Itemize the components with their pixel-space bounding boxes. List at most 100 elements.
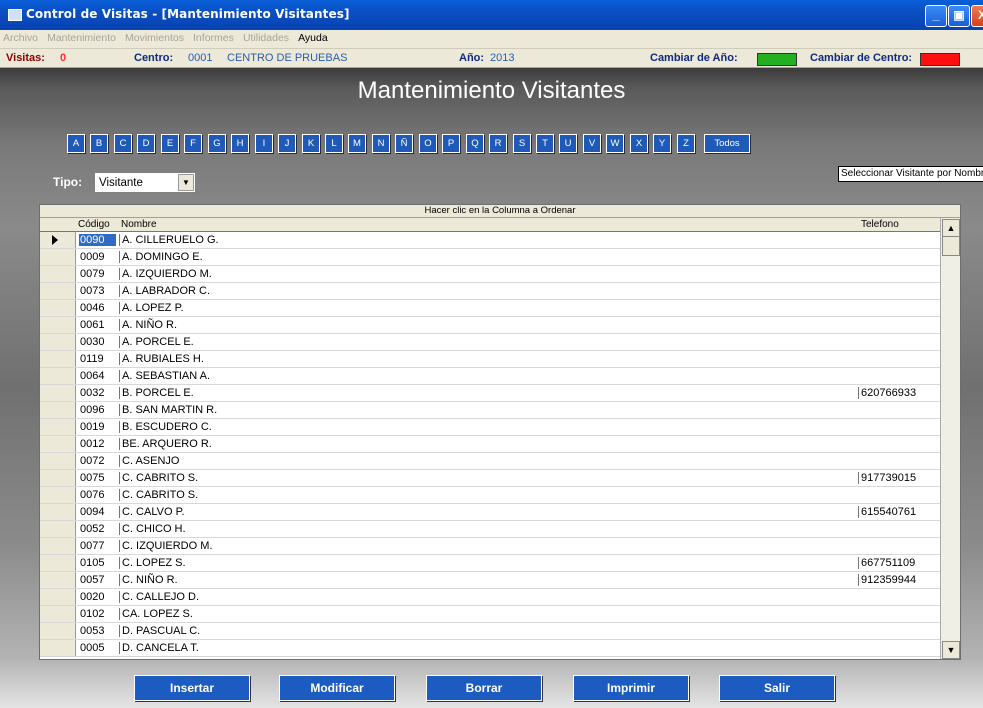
row-selector[interactable] bbox=[40, 419, 76, 435]
letter-button-m[interactable]: M bbox=[348, 134, 366, 153]
table-row[interactable]: 0012 BE. ARQUERO R. bbox=[40, 436, 940, 453]
letter-button-d[interactable]: D bbox=[137, 134, 155, 153]
cell-codigo[interactable]: 0053 bbox=[80, 625, 116, 637]
row-selector[interactable] bbox=[40, 300, 76, 316]
letter-button-c[interactable]: C bbox=[114, 134, 132, 153]
cell-nombre[interactable]: C. CALLEJO D. bbox=[119, 591, 857, 603]
todos-button[interactable]: Todos bbox=[704, 134, 750, 153]
row-selector[interactable] bbox=[40, 385, 76, 401]
tipo-select[interactable]: Visitante ▼ bbox=[94, 172, 196, 193]
letter-button-g[interactable]: G bbox=[208, 134, 226, 153]
table-row[interactable]: 0009 A. DOMINGO E. bbox=[40, 249, 940, 266]
table-row[interactable]: 0079 A. IZQUIERDO M. bbox=[40, 266, 940, 283]
cell-codigo[interactable]: 0102 bbox=[80, 608, 116, 620]
scroll-thumb[interactable] bbox=[942, 236, 960, 256]
table-row[interactable]: 0073 A. LABRADOR C. bbox=[40, 283, 940, 300]
cell-codigo[interactable]: 0052 bbox=[80, 523, 116, 535]
cell-nombre[interactable]: A. LOPEZ P. bbox=[119, 302, 857, 314]
table-row[interactable]: 0102 CA. LOPEZ S. bbox=[40, 606, 940, 623]
cell-codigo[interactable]: 0079 bbox=[80, 268, 116, 280]
cell-nombre[interactable]: A. DOMINGO E. bbox=[119, 251, 857, 263]
letter-button-s[interactable]: S bbox=[513, 134, 531, 153]
row-selector[interactable] bbox=[40, 606, 76, 622]
menu-ayuda[interactable]: Ayuda bbox=[295, 30, 331, 44]
cell-codigo[interactable]: 0090 bbox=[79, 234, 116, 246]
letter-button-h[interactable]: H bbox=[231, 134, 249, 153]
row-selector[interactable] bbox=[40, 623, 76, 639]
letter-button-n[interactable]: N bbox=[372, 134, 390, 153]
cell-nombre[interactable]: CA. LOPEZ S. bbox=[119, 608, 857, 620]
cell-codigo[interactable]: 0020 bbox=[80, 591, 116, 603]
letter-button-f[interactable]: F bbox=[184, 134, 202, 153]
cell-codigo[interactable]: 0075 bbox=[80, 472, 116, 484]
cell-codigo[interactable]: 0096 bbox=[80, 404, 116, 416]
letter-button-v[interactable]: V bbox=[583, 134, 601, 153]
menu-utilidades[interactable]: Utilidades bbox=[240, 30, 292, 44]
grid-scrollbar[interactable]: ▲ ▼ bbox=[940, 218, 960, 659]
letter-button-i[interactable]: I bbox=[255, 134, 273, 153]
cell-nombre[interactable]: A. CILLERUELO G. bbox=[119, 234, 857, 246]
cell-codigo[interactable]: 0119 bbox=[80, 353, 116, 365]
cell-telefono[interactable]: 917739015 bbox=[858, 472, 941, 484]
cell-codigo[interactable]: 0005 bbox=[80, 642, 116, 654]
letter-button-p[interactable]: P bbox=[442, 134, 460, 153]
row-selector[interactable] bbox=[40, 317, 76, 333]
table-row[interactable]: 0119 A. RUBIALES H. bbox=[40, 351, 940, 368]
row-selector[interactable] bbox=[40, 436, 76, 452]
row-selector[interactable] bbox=[40, 555, 76, 571]
cell-telefono[interactable]: 615540761 bbox=[858, 506, 941, 518]
column-nombre[interactable]: Nombre bbox=[121, 219, 157, 230]
letter-button-b[interactable]: B bbox=[90, 134, 108, 153]
table-row[interactable]: 0105 C. LOPEZ S. 667751109 bbox=[40, 555, 940, 572]
borrar-button[interactable]: Borrar bbox=[426, 675, 542, 701]
letter-button-j[interactable]: J bbox=[278, 134, 296, 153]
row-selector[interactable] bbox=[40, 470, 76, 486]
insertar-button[interactable]: Insertar bbox=[134, 675, 250, 701]
menu-informes[interactable]: Informes bbox=[190, 30, 237, 44]
table-row[interactable]: 0077 C. IZQUIERDO M. bbox=[40, 538, 940, 555]
table-row[interactable]: 0030 A. PORCEL E. bbox=[40, 334, 940, 351]
cell-nombre[interactable]: D. PASCUAL C. bbox=[119, 625, 857, 637]
column-telefono[interactable]: Telefono bbox=[861, 219, 899, 230]
letter-button-l[interactable]: L bbox=[325, 134, 343, 153]
cell-nombre[interactable]: A. PORCEL E. bbox=[119, 336, 857, 348]
letter-button-y[interactable]: Y bbox=[653, 134, 671, 153]
cell-codigo[interactable]: 0094 bbox=[80, 506, 116, 518]
maximize-button[interactable]: ▣ bbox=[948, 5, 970, 27]
letter-button-enye[interactable]: Ñ bbox=[395, 134, 413, 153]
table-row[interactable]: 0046 A. LOPEZ P. bbox=[40, 300, 940, 317]
cell-nombre[interactable]: C. CHICO H. bbox=[119, 523, 857, 535]
cell-codigo[interactable]: 0073 bbox=[80, 285, 116, 297]
table-row[interactable]: 0020 C. CALLEJO D. bbox=[40, 589, 940, 606]
row-selector[interactable] bbox=[40, 283, 76, 299]
cell-codigo[interactable]: 0009 bbox=[80, 251, 116, 263]
table-row[interactable]: 0072 C. ASENJO bbox=[40, 453, 940, 470]
cell-codigo[interactable]: 0019 bbox=[80, 421, 116, 433]
scroll-up-icon[interactable]: ▲ bbox=[942, 219, 960, 237]
letter-button-k[interactable]: K bbox=[302, 134, 320, 153]
cell-nombre[interactable]: C. CABRITO S. bbox=[119, 472, 857, 484]
minimize-button[interactable]: _ bbox=[925, 5, 947, 27]
cell-codigo[interactable]: 0046 bbox=[80, 302, 116, 314]
table-row[interactable]: 0075 C. CABRITO S. 917739015 bbox=[40, 470, 940, 487]
letter-button-u[interactable]: U bbox=[559, 134, 577, 153]
table-row[interactable]: 0061 A. NIÑO R. bbox=[40, 317, 940, 334]
row-selector[interactable] bbox=[40, 589, 76, 605]
cell-nombre[interactable]: C. NIÑO R. bbox=[119, 574, 857, 586]
letter-button-q[interactable]: Q bbox=[466, 134, 484, 153]
cell-nombre[interactable]: A. RUBIALES H. bbox=[119, 353, 857, 365]
letter-button-o[interactable]: O bbox=[419, 134, 437, 153]
table-row[interactable]: 0090 A. CILLERUELO G. bbox=[40, 232, 940, 249]
salir-button[interactable]: Salir bbox=[719, 675, 835, 701]
letter-button-e[interactable]: E bbox=[161, 134, 179, 153]
table-row[interactable]: 0076 C. CABRITO S. bbox=[40, 487, 940, 504]
row-selector[interactable] bbox=[40, 249, 76, 265]
letter-button-z[interactable]: Z bbox=[677, 134, 695, 153]
cell-codigo[interactable]: 0077 bbox=[80, 540, 116, 552]
cell-nombre[interactable]: C. CABRITO S. bbox=[119, 489, 857, 501]
scroll-down-icon[interactable]: ▼ bbox=[942, 641, 960, 659]
row-selector[interactable] bbox=[40, 453, 76, 469]
row-selector[interactable] bbox=[40, 538, 76, 554]
cell-codigo[interactable]: 0061 bbox=[80, 319, 116, 331]
menu-mantenimiento[interactable]: Mantenimiento bbox=[44, 30, 119, 44]
